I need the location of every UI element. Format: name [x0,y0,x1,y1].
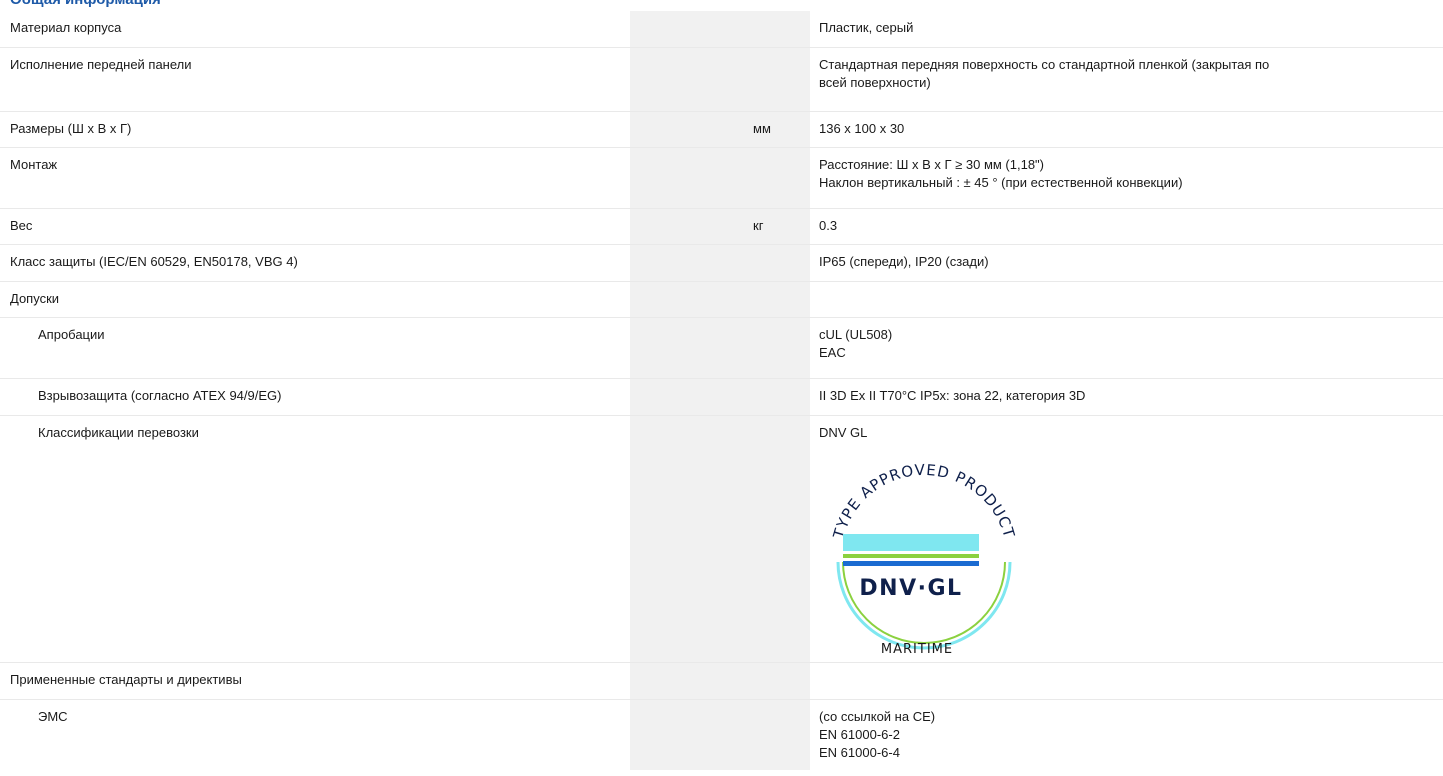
row-label: Апробации [38,327,105,342]
row-unit [743,318,810,378]
table-row: Размеры (Ш x В x Г) мм 136 x 100 x 30 [0,112,1443,148]
row-value: Пластик, серый [819,20,914,35]
row-value: Стандартная передняя поверхность со стан… [819,57,1270,90]
badge-brand: DNV·GL [859,576,962,601]
row-value: Расстояние: Ш x В x Г ≥ 30 мм (1,18") На… [819,157,1183,190]
spec-table: Материал корпуса Пластик, серый Исполнен… [0,11,1443,770]
row-unit [743,282,810,317]
row-value: cUL (UL508) EAC [819,327,893,360]
row-value: II 3D Ex II T70°C IP5x: зона 22, категор… [819,388,1086,403]
row-label: Допуски [10,291,60,306]
row-label: Исполнение передней панели [10,57,192,72]
row-value: 136 x 100 x 30 [819,121,905,136]
row-label: Монтаж [10,157,58,172]
row-label: Материал корпуса [10,20,122,35]
row-label: Взрывозащита (согласно ATEX 94/9/EG) [38,388,282,403]
table-row: ЭМС (со ссылкой на CE) EN 61000-6-2 EN 6… [0,700,1443,770]
row-label: Вес [10,218,33,233]
row-value: DNV GL [819,425,868,440]
table-row: Исполнение передней панели Стандартная п… [0,48,1443,112]
row-label: Размеры (Ш x В x Г) [10,121,132,136]
row-unit: мм [743,112,810,147]
row-unit [743,11,810,47]
badge-arc-text: TYPE APPROVED PRODUCT [829,461,1018,542]
row-unit [743,245,810,281]
row-unit [743,663,810,699]
row-value: IP65 (спереди), IP20 (сзади) [819,254,989,269]
row-unit [743,148,810,208]
row-value [810,663,1443,699]
table-row: Материал корпуса Пластик, серый [0,11,1443,48]
row-unit [743,416,810,452]
badge-cell: TYPE APPROVED PRODUCT DNV·GL MARITIME [810,452,1443,662]
row-unit [743,48,810,111]
badge-bottom-text: MARITIME [881,642,953,657]
row-value: (со ссылкой на CE) EN 61000-6-2 EN 61000… [819,709,936,760]
row-label: Классификации перевозки [38,425,199,440]
table-row: Апробации cUL (UL508) EAC [0,318,1443,379]
table-row: Допуски [0,282,1443,318]
row-value [810,282,1443,317]
row-label: Класс защиты (IEC/EN 60529, EN50178, VBG… [10,254,298,269]
table-row-badge: TYPE APPROVED PRODUCT DNV·GL MARITIME [0,452,1443,663]
dnv-gl-maritime-badge: TYPE APPROVED PRODUCT DNV·GL MARITIME [829,461,1018,657]
table-row: Классификации перевозки DNV GL [0,416,1443,452]
row-label: ЭМС [38,709,68,724]
table-row: Вес кг 0.3 [0,209,1443,245]
row-unit [743,700,810,770]
row-label: Примененные стандарты и директивы [10,672,242,687]
row-unit [743,379,810,415]
section-title: Общая информация [10,0,161,8]
row-unit: кг [743,209,810,244]
table-row: Монтаж Расстояние: Ш x В x Г ≥ 30 мм (1,… [0,148,1443,209]
table-row: Класс защиты (IEC/EN 60529, EN50178, VBG… [0,245,1443,282]
row-value: 0.3 [819,218,838,233]
table-row: Взрывозащита (согласно ATEX 94/9/EG) II … [0,379,1443,416]
table-row: Примененные стандарты и директивы [0,663,1443,700]
